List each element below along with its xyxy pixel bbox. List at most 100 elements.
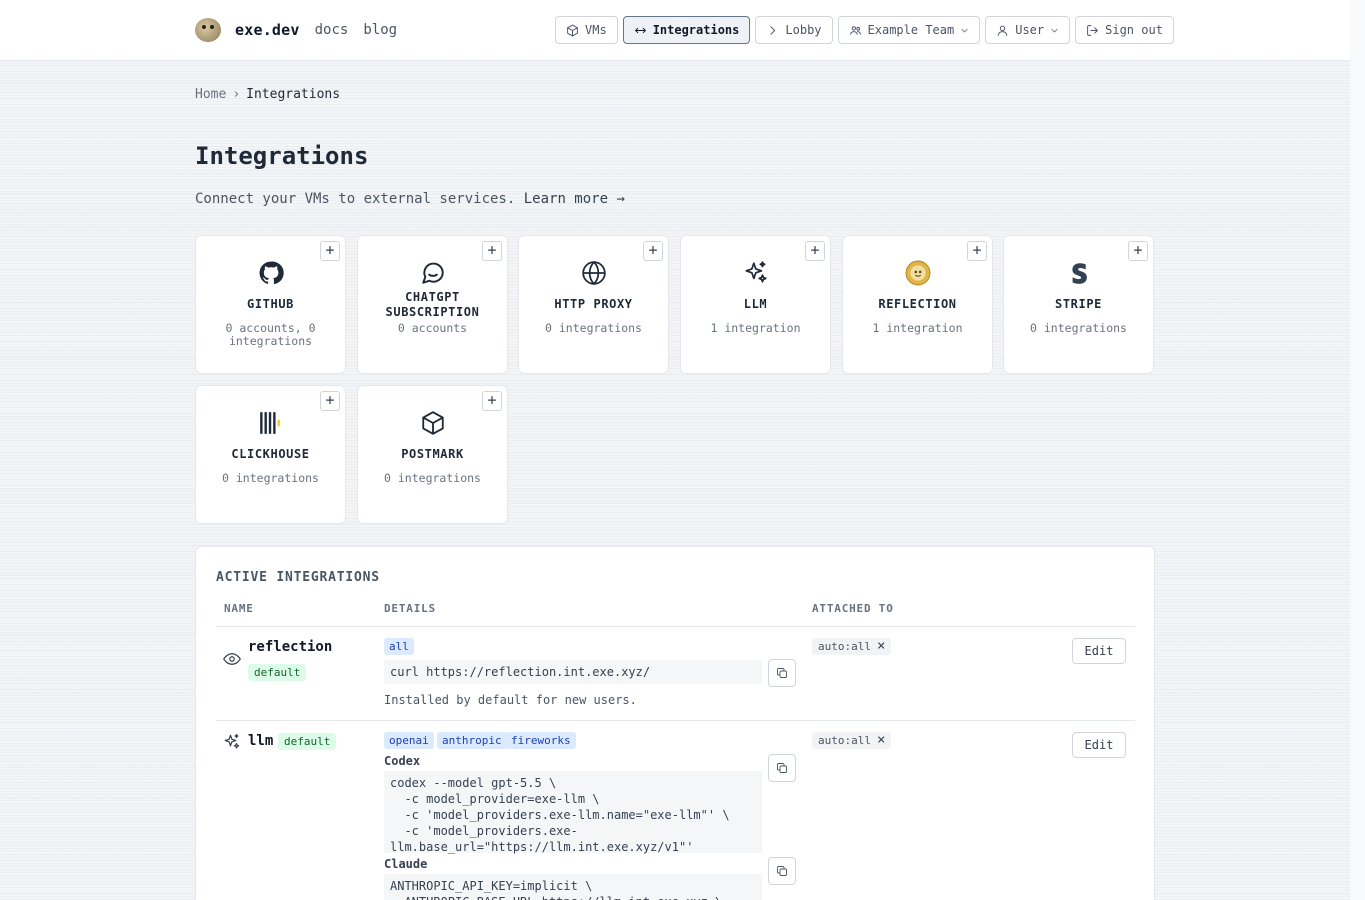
box-icon [420,410,446,436]
integration-card-github[interactable]: + GITHUB 0 accounts, 0 integrations [195,235,346,374]
tag-openai: openai [384,732,434,749]
default-badge: default [278,733,337,750]
copy-button[interactable] [768,659,796,687]
add-chatgpt-button[interactable]: + [482,241,502,261]
brand: exe.dev docs blog [195,18,397,42]
copy-button[interactable] [768,857,796,885]
integration-card-postmark[interactable]: + POSTMARK 0 integrations [357,385,508,524]
top-bar: exe.dev docs blog VMs Integrations Lobby… [0,0,1350,61]
integrations-button[interactable]: Integrations [622,16,751,44]
breadcrumb-home[interactable]: Home [195,87,226,102]
add-llm-button[interactable]: + [805,241,825,261]
attached-value: auto:all [818,734,871,747]
sign-out-button[interactable]: Sign out [1075,16,1174,44]
card-count: 0 integrations [222,471,319,485]
sign-out-icon [1087,24,1098,36]
github-icon [258,260,284,286]
add-clickhouse-button[interactable]: + [320,391,340,411]
column-header-name: NAME [224,602,254,615]
clickhouse-icon [258,410,284,436]
tag-anthropic: anthropic [437,732,507,749]
attached-chip: auto:all × [812,732,892,749]
user-dropdown[interactable]: User [985,16,1071,44]
chat-icon [420,260,446,286]
card-title: GITHUB [247,297,294,311]
add-stripe-button[interactable]: + [1128,241,1148,261]
card-title: HTTP PROXY [554,297,633,311]
sparkles-icon [223,733,241,751]
arrows-left-right-icon [634,27,646,33]
breadcrumb-current: Integrations [246,87,341,102]
globe-icon [581,260,607,286]
integration-name-reflection[interactable]: reflection [248,639,332,655]
integration-card-reflection[interactable]: + REFLECTION 1 integration [842,235,993,374]
divider [216,720,1135,721]
learn-more-link[interactable]: Learn more → [524,191,625,207]
team-dropdown[interactable]: Example Team [837,16,981,44]
breadcrumb: Home › Integrations [195,87,340,102]
edit-reflection-button[interactable]: Edit [1072,638,1126,664]
default-badge: default [248,664,307,681]
tag-fireworks: fireworks [506,732,576,749]
claude-command[interactable]: ANTHROPIC_API_KEY=implicit \ ANTHROPIC_B… [384,874,762,900]
card-count: 0 accounts [397,321,468,335]
card-title: POSTMARK [401,447,464,461]
integration-name-llm[interactable]: llm [248,733,273,749]
vms-button[interactable]: VMs [555,16,618,44]
card-count: 0 integrations [545,321,642,335]
attached-chip: auto:all × [812,638,892,655]
team-label: Example Team [867,23,955,37]
breadcrumb-separator: › [232,87,241,102]
codex-label: Codex [384,754,421,768]
copy-icon [777,763,787,773]
lobby-button[interactable]: Lobby [755,16,833,44]
chevron-down-icon [1051,28,1058,32]
claude-label: Claude [384,857,428,871]
card-title: STRIPE [1055,297,1102,311]
user-icon [997,25,1008,36]
copy-button[interactable] [768,754,796,782]
copy-icon [777,866,787,876]
blog-link[interactable]: blog [363,22,397,38]
eye-icon [223,650,241,668]
tag-all: all [384,638,414,655]
reflection-curl-command[interactable]: curl https://reflection.int.exe.xyz/ [384,660,762,684]
active-integrations-title: ACTIVE INTEGRATIONS [216,570,380,585]
integrations-label: Integrations [652,23,740,37]
vms-label: VMs [585,23,607,37]
user-label: User [1015,23,1045,37]
docs-link[interactable]: docs [315,22,349,38]
scrollbar[interactable] [1350,0,1365,900]
reflection-note: Installed by default for new users. [384,693,637,707]
active-integrations-panel: ACTIVE INTEGRATIONS NAME DETAILS ATTACHE… [195,546,1155,900]
remove-attachment-icon[interactable]: × [877,639,885,653]
codex-command[interactable]: codex --model gpt-5.5 \ -c model_provide… [384,771,762,854]
card-count: 0 integrations [1030,321,1127,335]
remove-attachment-icon[interactable]: × [877,733,885,747]
column-header-attached: ATTACHED TO [812,602,894,615]
card-count: 0 integrations [384,471,481,485]
card-count: 0 accounts, 0 integrations [225,321,316,348]
add-postmark-button[interactable]: + [482,391,502,411]
integration-card-llm[interactable]: + LLM 1 integration [680,235,831,374]
page-subtitle: Connect your VMs to external services. L… [195,191,625,207]
card-title: REFLECTION [878,297,957,311]
exe-logo-icon[interactable] [195,18,221,42]
add-github-button[interactable]: + [320,241,340,261]
column-header-details: DETAILS [384,602,436,615]
integration-card-chatgpt[interactable]: + CHATGPT SUBSCRIPTION 0 accounts [357,235,508,374]
card-title: CHATGPT SUBSCRIPTION [385,290,480,319]
integration-card-stripe[interactable]: + STRIPE 0 integrations [1003,235,1154,374]
card-count: 1 integration [710,321,801,335]
brand-name[interactable]: exe.dev [235,21,300,39]
attached-value: auto:all [818,640,871,653]
chevron-down-icon [961,28,968,32]
subtitle-text: Connect your VMs to external services. [195,191,516,207]
users-icon [849,25,861,35]
edit-llm-button[interactable]: Edit [1072,732,1126,758]
sign-out-label: Sign out [1105,23,1163,37]
integration-card-clickhouse[interactable]: + CLICKHOUSE 0 integrations [195,385,346,524]
add-reflection-button[interactable]: + [967,241,987,261]
add-http-proxy-button[interactable]: + [643,241,663,261]
integration-card-http-proxy[interactable]: + HTTP PROXY 0 integrations [518,235,669,374]
